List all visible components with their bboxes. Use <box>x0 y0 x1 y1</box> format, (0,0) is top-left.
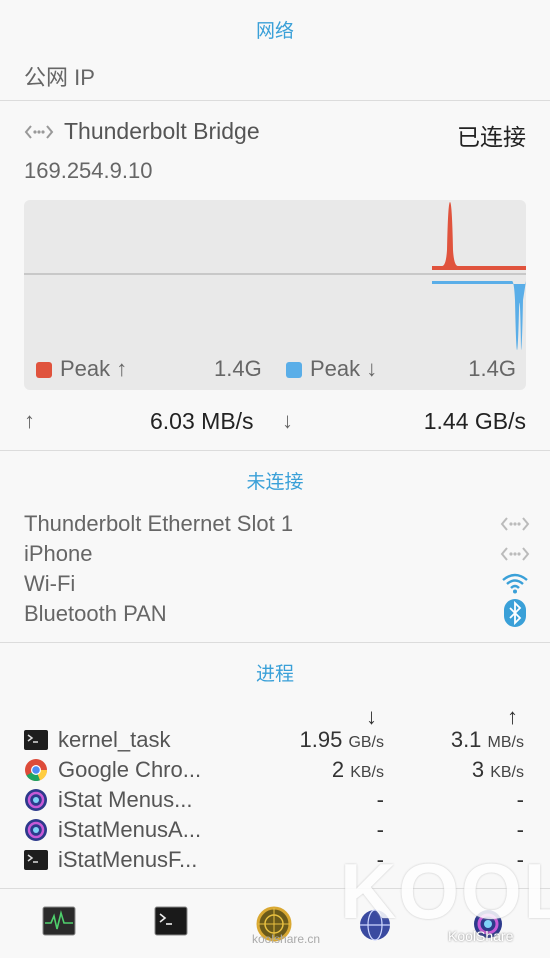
upload-peak-line <box>432 202 526 270</box>
process-download-rate: - <box>376 817 384 842</box>
terminal-icon <box>24 730 48 750</box>
disconnected-item[interactable]: iPhone <box>24 541 93 567</box>
disconnected-section-title: 未连接 <box>246 472 304 493</box>
interface-ip: 169.254.9.10 <box>24 158 153 183</box>
upload-legend-swatch <box>36 362 52 378</box>
istat-icon <box>24 818 48 847</box>
process-name[interactable]: kernel_task <box>58 727 171 753</box>
process-download-rate: - <box>376 787 384 812</box>
watermark-brand: KoolShare <box>448 928 514 944</box>
download-peak-label: Peak ↓ <box>310 356 378 381</box>
bluetooth-icon <box>504 599 526 632</box>
process-download-rate: 1.95 GB/s <box>299 727 384 752</box>
process-upload-rate: 3 KB/s <box>471 757 524 782</box>
terminal-icon[interactable] <box>154 906 188 941</box>
network-section-title: 网络 <box>255 21 294 42</box>
download-peak-value: 1.4G <box>468 356 516 381</box>
bandwidth-chart: Peak ↑ 1.4G Peak ↓ 1.4G <box>24 200 526 390</box>
ethernet-icon <box>500 544 530 569</box>
process-name[interactable]: iStatMenusF... <box>58 847 197 873</box>
download-peak-line <box>432 281 526 350</box>
process-upload-rate: 3.1 MB/s <box>450 727 524 752</box>
wifi-icon <box>501 572 529 599</box>
watermark-url: koolshare.cn <box>252 932 321 946</box>
upload-peak-value: 1.4G <box>214 356 262 381</box>
upload-arrow-icon: ↑ <box>24 408 35 433</box>
disconnected-item[interactable]: Wi-Fi <box>24 571 75 597</box>
divider <box>0 100 550 101</box>
process-name[interactable]: iStat Menus... <box>58 787 193 813</box>
ethernet-icon <box>24 122 54 147</box>
istat-icon <box>24 788 48 817</box>
process-name[interactable]: iStatMenusA... <box>58 817 201 843</box>
interface-name: Thunderbolt Bridge <box>64 118 260 144</box>
download-rate: 1.44 GB/s <box>423 408 526 434</box>
terminal-icon <box>24 850 48 870</box>
process-name[interactable]: Google Chro... <box>58 757 201 783</box>
upload-peak-label: Peak ↑ <box>60 356 128 381</box>
ethernet-icon <box>500 514 530 539</box>
process-download-rate: 2 KB/s <box>331 757 384 782</box>
chrome-icon <box>24 758 48 787</box>
disconnected-item[interactable]: Thunderbolt Ethernet Slot 1 <box>24 511 293 537</box>
watermark-logo: KOOL <box>340 847 550 935</box>
activity-monitor-icon[interactable] <box>42 906 76 941</box>
divider <box>0 450 550 451</box>
upload-rate: 6.03 MB/s <box>150 408 254 434</box>
connection-status: 已连接 <box>457 124 526 150</box>
process-upload-rate: - <box>516 787 524 812</box>
public-ip-label: 公网 IP <box>24 65 95 90</box>
download-arrow-icon: ↓ <box>282 408 293 433</box>
disconnected-item[interactable]: Bluetooth PAN <box>24 601 167 627</box>
processes-section-title: 进程 <box>255 664 294 685</box>
download-legend-swatch <box>286 362 302 378</box>
divider <box>0 642 550 643</box>
process-upload-rate: - <box>516 817 524 842</box>
